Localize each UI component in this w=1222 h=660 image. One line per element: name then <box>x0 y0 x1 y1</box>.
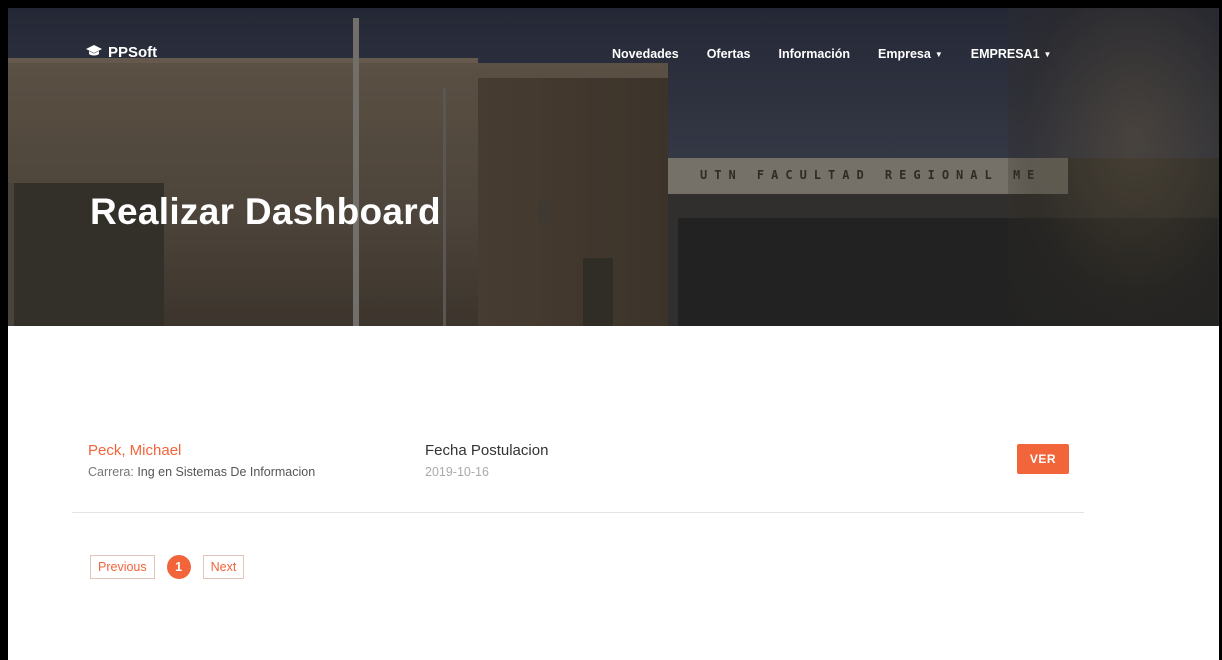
carrera-value: Ing en Sistemas De Informacion <box>137 465 316 479</box>
graduation-cap-icon <box>86 45 102 60</box>
fecha-postulacion-label: Fecha Postulacion <box>425 442 549 459</box>
hero-banner: UTN FACULTAD REGIONAL ME PPSoft Novedade… <box>8 8 1219 326</box>
brand-name: PPSoft <box>108 44 158 61</box>
page-title: Realizar Dashboard <box>90 191 441 232</box>
nav-item-user-menu[interactable]: EMPRESA1 ▼ <box>971 47 1052 61</box>
brand-link[interactable]: PPSoft <box>86 44 157 61</box>
nav-item-informacion[interactable]: Información <box>778 47 850 61</box>
previous-page-button[interactable]: Previous <box>90 555 155 579</box>
page: UTN FACULTAD REGIONAL ME PPSoft Novedade… <box>8 8 1219 660</box>
postulacion-row: Peck, Michael Carrera: Ing en Sistemas D… <box>72 428 1084 513</box>
pagination: Previous 1 Next <box>90 555 245 579</box>
nav-item-label: Ofertas <box>706 47 751 61</box>
carrera-label: Carrera: <box>88 465 134 479</box>
nav-item-label: Empresa <box>878 47 931 61</box>
fecha-postulacion-value: 2019-10-16 <box>425 465 489 479</box>
ver-button[interactable]: VER <box>1017 444 1069 474</box>
nav-item-novedades[interactable]: Novedades <box>612 47 679 61</box>
nav-item-label: Novedades <box>612 47 679 61</box>
nav-item-label: EMPRESA1 <box>970 47 1040 61</box>
next-page-button[interactable]: Next <box>202 555 245 579</box>
nav-item-empresa[interactable]: Empresa ▼ <box>878 47 943 61</box>
candidate-name-link[interactable]: Peck, Michael <box>88 442 181 459</box>
caret-down-icon: ▼ <box>1043 50 1052 60</box>
nav-item-label: Información <box>778 47 851 61</box>
nav-item-ofertas[interactable]: Ofertas <box>707 47 751 61</box>
main-nav: Novedades Ofertas Información Empresa ▼ E… <box>612 47 1079 61</box>
candidate-carrera: Carrera: Ing en Sistemas De Informacion <box>88 465 315 479</box>
page-number-current[interactable]: 1 <box>166 555 191 579</box>
caret-down-icon: ▼ <box>934 50 943 60</box>
